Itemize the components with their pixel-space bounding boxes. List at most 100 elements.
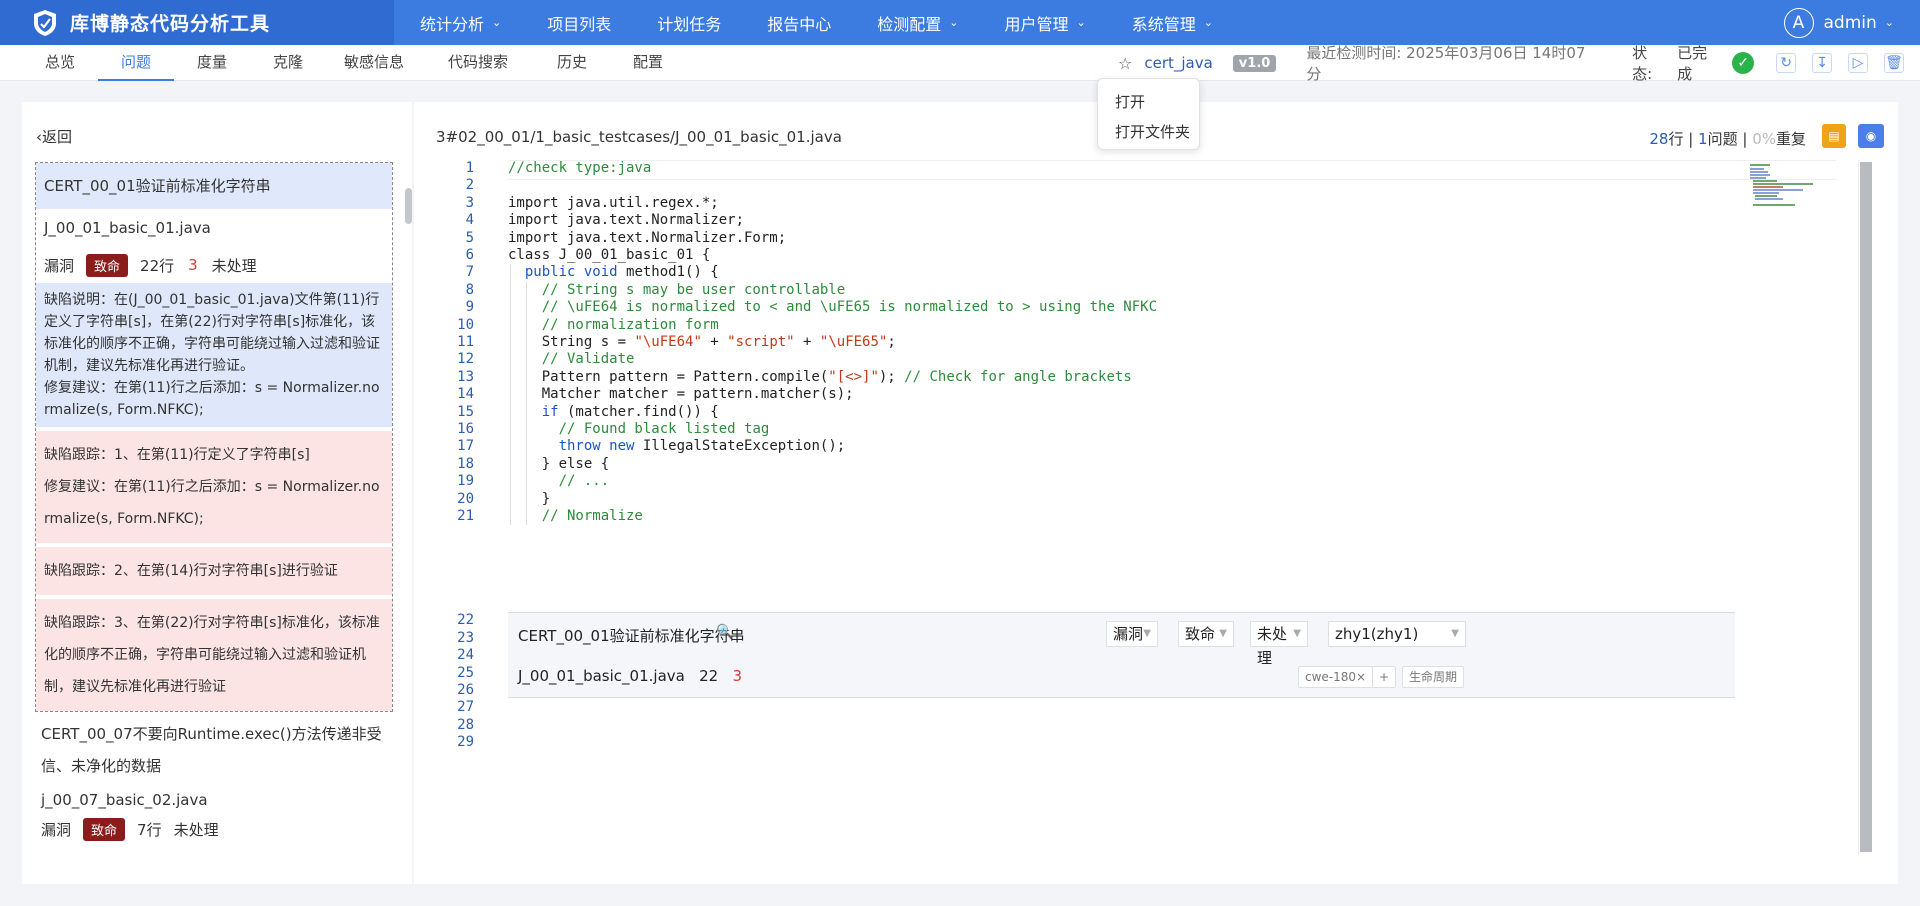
version-badge: v1.0 (1232, 54, 1277, 72)
search-doc-icon[interactable]: 🔍 (716, 624, 736, 644)
line-number: 10 (457, 316, 474, 333)
tab-overview[interactable]: 总览 (22, 45, 98, 81)
chevron-down-icon: ⌄ (1203, 16, 1213, 29)
code-line[interactable]: if (matcher.find()) { (508, 404, 719, 420)
inline-issue-location: J_00_01_basic_01.java 22 3 (518, 667, 742, 685)
issue-list-scrollbar[interactable] (405, 188, 412, 224)
lifecycle-button[interactable]: 生命周期 (1402, 666, 1465, 688)
tab-clones[interactable]: 克隆 (250, 45, 326, 81)
line-number: 2 (465, 177, 474, 194)
nav-label: 项目列表 (547, 14, 612, 34)
issue-count-unit: 问题 | (1707, 130, 1753, 148)
tab-issues[interactable]: 问题 (98, 45, 174, 81)
type-value: 漏洞 (1113, 625, 1144, 643)
chevron-down-icon: ⌄ (1884, 16, 1894, 29)
download-icon[interactable]: ↧ (1812, 53, 1833, 73)
code-line[interactable]: // ... (508, 473, 610, 489)
type-select[interactable]: 漏洞 ▼ (1106, 621, 1158, 647)
scrollbar-thumb[interactable] (1860, 162, 1872, 852)
play-icon[interactable]: ▷ (1848, 53, 1869, 73)
inline-line: 22 (699, 667, 719, 685)
assignee-select[interactable]: zhy1(zhy1) ▼ (1328, 621, 1466, 647)
code-line[interactable]: // Found black listed tag (508, 421, 770, 437)
tab-history[interactable]: 历史 (534, 45, 610, 81)
severity-badge: 致命 (86, 253, 129, 277)
dup-percent: 0% (1752, 130, 1776, 148)
star-icon[interactable]: ☆ (1118, 54, 1132, 73)
document-icon[interactable]: ▤ (1822, 124, 1846, 148)
nav-item-tasks[interactable]: 计划任务 (657, 11, 721, 35)
code-line[interactable]: // Normalize (508, 508, 643, 524)
code-line[interactable]: //check type:java (508, 160, 651, 176)
menu-item-open[interactable]: 打开 (1115, 87, 1199, 117)
issue-type: 漏洞 (41, 821, 72, 839)
nav-label: 统计分析 (420, 14, 485, 34)
line-number: 24 (457, 647, 474, 664)
nav-item-detect-config[interactable]: 检测配置 ⌄ (877, 11, 958, 35)
severity-select[interactable]: 致命 ▼ (1178, 621, 1234, 647)
status-select[interactable]: 未处理 ▼ (1250, 621, 1308, 667)
line-number: 1 (465, 160, 474, 176)
line-number: 19 (457, 473, 474, 490)
back-button[interactable]: ‹返回 (36, 126, 72, 147)
trace-step-2[interactable]: 缺陷跟踪：2、在第(14)行对字符串[s]进行验证 (36, 543, 392, 595)
code-line[interactable]: // normalization form (508, 317, 719, 333)
code-line[interactable]: class J_00_01_basic_01 { (508, 247, 710, 263)
brand[interactable]: 库博静态代码分析工具 (0, 0, 394, 45)
trace-step-1[interactable]: 缺陷跟踪：1、在第(11)行定义了字符串[s] 修复建议：在第(11)行之后添加… (36, 427, 392, 543)
refresh-icon[interactable]: ↻ (1776, 53, 1797, 73)
code-scrollbar[interactable] (1858, 160, 1872, 855)
code-line[interactable]: throw new IllegalStateException(); (508, 438, 846, 454)
line-number: 5 (465, 229, 474, 246)
nav-item-user-mgmt[interactable]: 用户管理 ⌄ (1005, 11, 1086, 35)
nav-item-reports[interactable]: 报告中心 (767, 11, 831, 35)
line-number: 21 (457, 508, 474, 524)
code-line[interactable]: import java.text.Normalizer.Form; (508, 230, 786, 246)
tab-config[interactable]: 配置 (610, 45, 686, 81)
line-number: 22 (457, 612, 474, 629)
line-number: 4 (465, 212, 474, 229)
line-number: 28 (457, 716, 474, 733)
code-panel: 3#02_00_01/1_basic_testcases/J_00_01_bas… (414, 102, 1898, 884)
menu-item-open-folder[interactable]: 打开文件夹 (1115, 117, 1199, 147)
username[interactable]: admin (1824, 13, 1877, 33)
shield-logo-icon (34, 9, 56, 36)
line-number: 14 (457, 386, 474, 403)
code-line[interactable]: // String s may be user controllable (508, 282, 845, 298)
tab-sensitive[interactable]: 敏感信息 (326, 45, 422, 81)
issue-card-selected[interactable]: CERT_00_01验证前标准化字符串 J_00_01_basic_01.jav… (35, 162, 393, 712)
file-name[interactable]: cert_java (1144, 54, 1212, 72)
code-line[interactable]: } (508, 491, 550, 507)
last-scan-time: 最近检测时间: 2025年03月06日 14时07分 (1306, 44, 1586, 83)
nav-item-stats[interactable]: 统计分析 ⌄ (420, 11, 501, 35)
code-line[interactable]: String s = "\uFE64" + "script" + "\uFE65… (508, 334, 896, 350)
code-line[interactable]: } else { (508, 456, 609, 472)
avatar[interactable]: A (1783, 7, 1814, 38)
code-line[interactable]: Pattern pattern = Pattern.compile("[<>]"… (508, 369, 1132, 385)
issue-meta: 漏洞 致命 22行 3 未处理 (36, 247, 392, 283)
line-number: 23 (457, 629, 474, 646)
chevron-down-icon: ⌄ (1076, 16, 1086, 29)
user-menu[interactable]: A admin ⌄ (1783, 0, 1894, 45)
tab-metrics[interactable]: 度量 (174, 45, 250, 81)
code-line[interactable]: public void method1() { (508, 264, 719, 280)
code-line[interactable]: Matcher matcher = pattern.matcher(s); (508, 386, 854, 402)
nav-label: 计划任务 (657, 14, 722, 34)
tab-code-search[interactable]: 代码搜索 (422, 45, 534, 81)
line-number: 17 (457, 438, 474, 455)
code-line[interactable]: import java.util.regex.*; (508, 195, 719, 211)
trash-icon[interactable]: 🗑 (1884, 53, 1905, 73)
issue-title[interactable]: CERT_00_01验证前标准化字符串 (36, 163, 392, 209)
eye-icon[interactable]: ◉ (1858, 124, 1884, 148)
trace-step-3[interactable]: 缺陷跟踪：3、在第(22)行对字符串[s]标准化，该标准化的顺序不正确，字符串可… (36, 595, 392, 711)
cwe-tag[interactable]: cwe-180× (1298, 666, 1374, 688)
code-line[interactable]: import java.text.Normalizer; (508, 212, 744, 228)
issue-card[interactable]: CERT_00_07不要向Runtime.exec()方法传递非受信、未净化的数… (35, 712, 401, 841)
code-line[interactable]: // \uFE64 is normalized to < and \uFE65 … (508, 299, 1157, 315)
add-tag-button[interactable]: + (1372, 666, 1397, 688)
nav-item-projects[interactable]: 项目列表 (547, 11, 611, 35)
file-info: ☆ cert_java v1.0 最近检测时间: 2025年03月06日 14时… (1118, 44, 1920, 83)
issue-title[interactable]: CERT_00_07不要向Runtime.exec()方法传递非受信、未净化的数… (35, 712, 401, 782)
code-minimap[interactable] (1750, 164, 1820, 210)
nav-item-sys-mgmt[interactable]: 系统管理 ⌄ (1132, 11, 1213, 35)
